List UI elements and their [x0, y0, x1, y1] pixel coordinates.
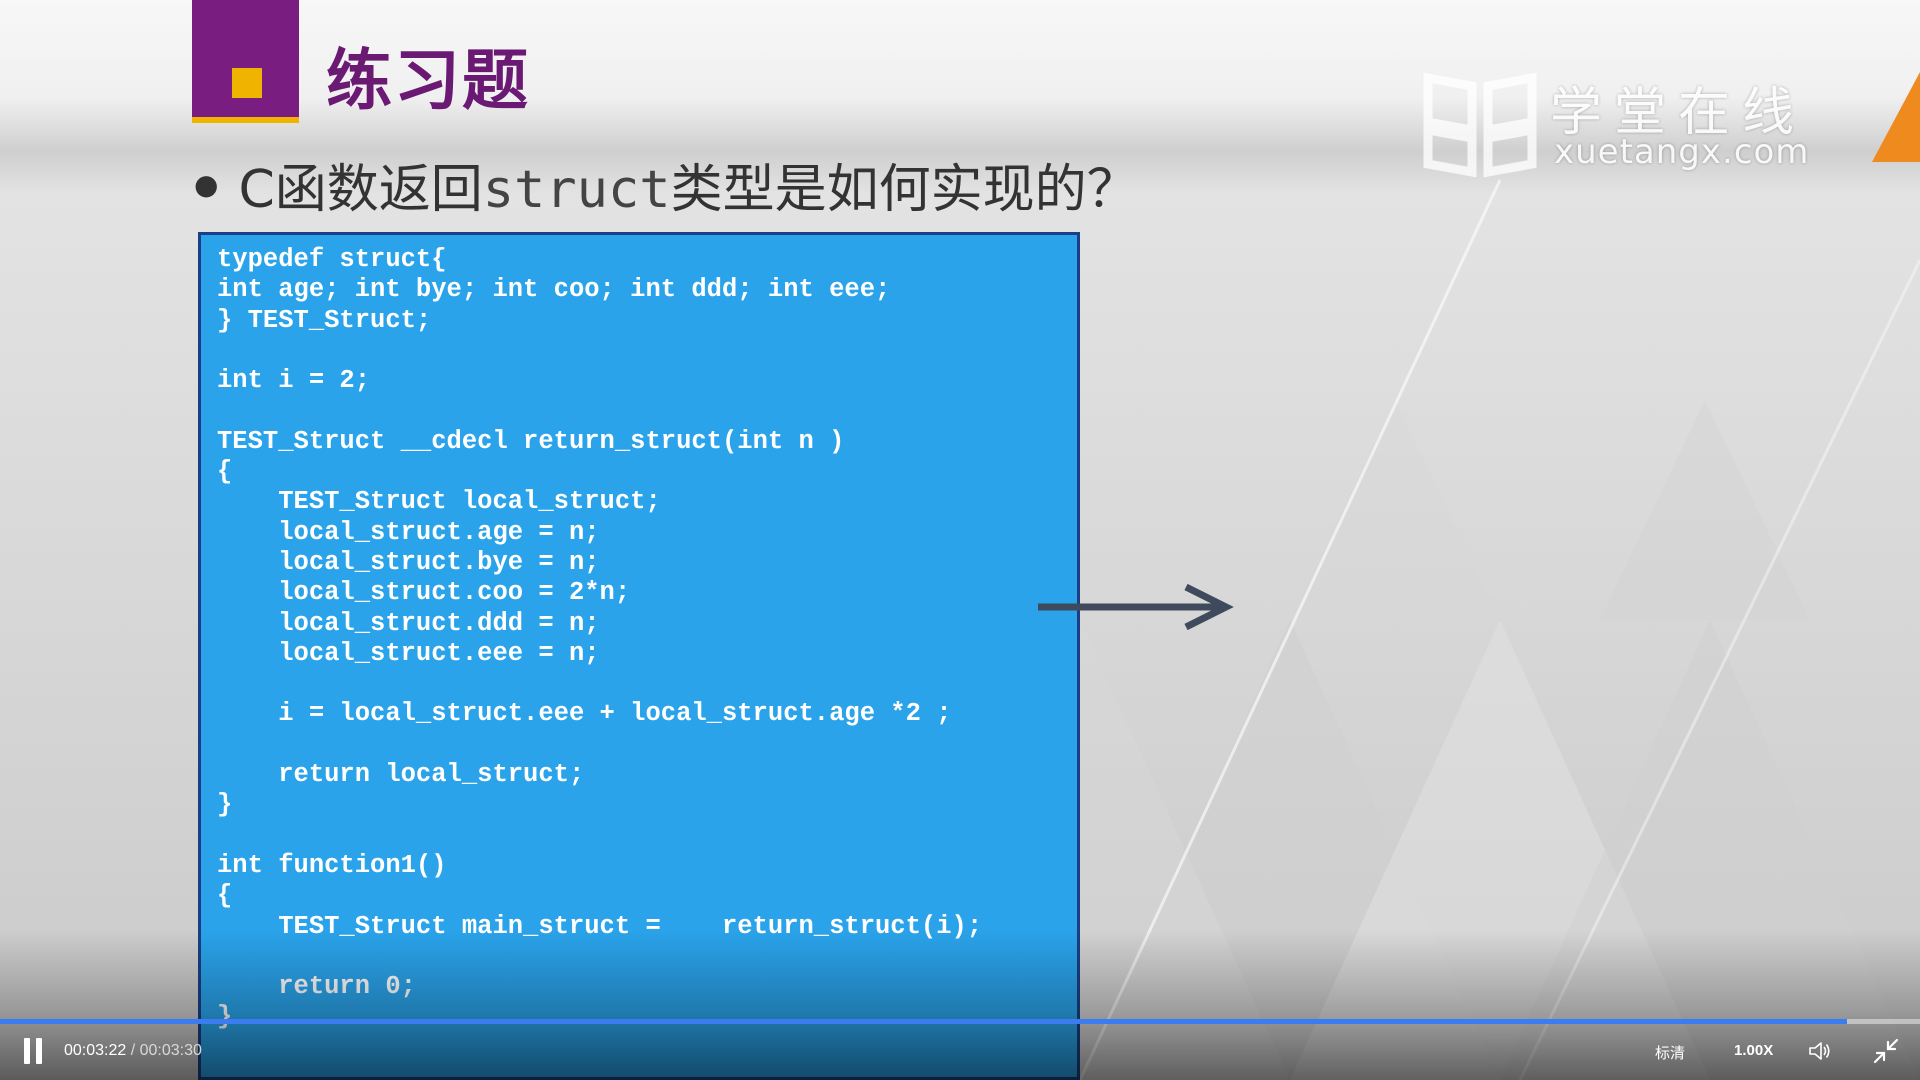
pause-icon-bar [36, 1038, 42, 1064]
right-arrow-icon [1038, 583, 1234, 631]
bullet-text-suffix: 类型是如何实现的？ [670, 160, 1139, 220]
title-accent-square [232, 68, 262, 98]
pause-icon [24, 1038, 30, 1064]
bullet-code-keyword: struct [482, 160, 671, 220]
code-listing: typedef struct{ int age; int bye; int co… [217, 245, 983, 1032]
time-display: 00:03:22 / 00:03:30 [64, 1042, 202, 1060]
title-accent-block [192, 0, 299, 123]
quality-selector[interactable]: 标清 [1655, 1042, 1685, 1063]
volume-icon[interactable] [1808, 1040, 1832, 1062]
speed-selector[interactable]: 1.00X [1734, 1042, 1773, 1059]
player-control-bar: 00:03:22 / 00:03:30 标清 1.00X [0, 1024, 1920, 1080]
question-bullet: ● C函数返回struct类型是如何实现的？ [194, 160, 1139, 220]
book-logo-icon [1423, 72, 1537, 178]
slide-title: 练习题 [326, 42, 530, 119]
current-time: 00:03:22 [64, 1042, 127, 1059]
video-player[interactable]: 练习题 学堂在线 xuetangx.com ● C函数返回struct类型是如何实… [0, 0, 1920, 1080]
watermark-domain: xuetangx.com [1554, 132, 1810, 172]
time-separator: / [126, 1042, 140, 1059]
pause-button[interactable] [22, 1038, 44, 1064]
code-block: typedef struct{ int age; int bye; int co… [198, 232, 1080, 1080]
duration: 00:03:30 [139, 1042, 202, 1059]
xuetangx-watermark: 学堂在线 xuetangx.com [1420, 66, 1820, 186]
orange-corner-decoration [1872, 72, 1920, 162]
exit-fullscreen-icon[interactable] [1873, 1038, 1899, 1064]
bullet-dot-icon: ● [194, 167, 219, 201]
bullet-text-prefix: C函数返回 [238, 160, 483, 220]
